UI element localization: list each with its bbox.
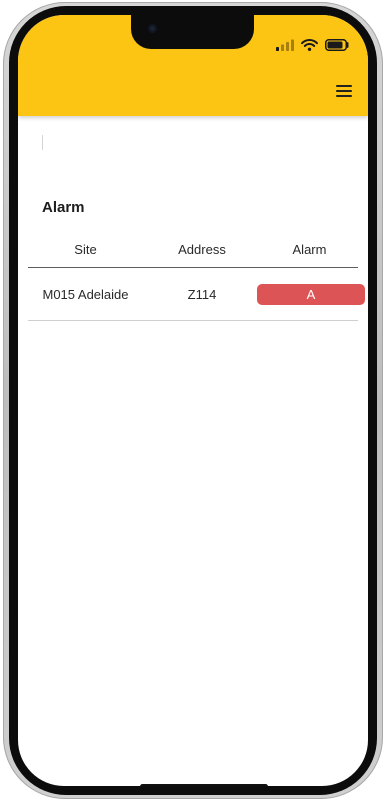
hamburger-menu-icon [333,80,355,102]
section-title: Alarm [42,199,85,216]
app-screen: Alarm Site Address Alarm M015 Adelaide Z… [18,15,368,786]
front-camera [148,24,157,33]
phone-bezel: Alarm Site Address Alarm M015 Adelaide Z… [9,6,377,795]
status-bar [276,37,350,53]
battery-icon [325,39,350,51]
text-cursor [42,135,43,150]
hamburger-menu-button[interactable] [333,80,355,102]
device-mockup: Alarm Site Address Alarm M015 Adelaide Z… [0,0,387,802]
cell-alarm: A [257,267,365,321]
column-header-site: Site [28,231,143,268]
table-header-row: Site Address Alarm [28,231,358,268]
cell-site: M015 Adelaide [28,267,143,321]
alarm-status-badge[interactable]: A [257,283,365,305]
column-header-alarm: Alarm [261,231,358,268]
notch [131,15,254,49]
phone-frame: Alarm Site Address Alarm M015 Adelaide Z… [3,2,383,799]
alarm-table: Site Address Alarm M015 Adelaide Z114 A [28,231,365,321]
cell-address: Z114 [143,267,261,321]
home-indicator[interactable] [140,784,268,786]
wifi-icon [301,39,318,51]
table-row[interactable]: M015 Adelaide Z114 A [28,267,365,321]
column-header-address: Address [143,231,261,268]
cellular-signal-icon [276,39,294,51]
